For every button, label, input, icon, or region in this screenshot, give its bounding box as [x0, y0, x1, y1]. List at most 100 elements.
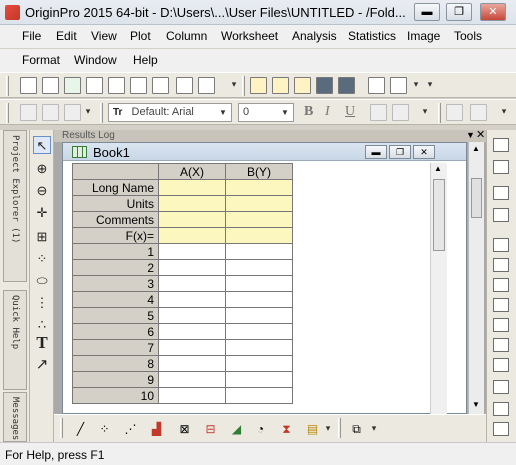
column-header-a[interactable]: A(X): [158, 163, 226, 180]
scatter-plot-icon[interactable]: ⁘: [96, 421, 113, 438]
toolbar-overflow-icon[interactable]: ▾: [426, 79, 434, 90]
workbook-restore-button[interactable]: ❐: [389, 145, 411, 159]
row-header[interactable]: 8: [72, 355, 159, 372]
cut-icon[interactable]: [20, 104, 37, 121]
layer-icon[interactable]: [493, 298, 509, 312]
row-header-long-name[interactable]: Long Name: [72, 179, 159, 196]
toolbar-grip[interactable]: [60, 418, 63, 438]
font-size-select[interactable]: 0 ▼: [238, 103, 294, 122]
greek-icon[interactable]: [446, 104, 463, 121]
open-excel-icon[interactable]: [294, 77, 311, 94]
align-icon[interactable]: [493, 422, 509, 436]
menu-format[interactable]: Format: [22, 53, 60, 67]
menu-help[interactable]: Help: [133, 53, 158, 67]
row-header-fx[interactable]: F(x)=: [72, 227, 159, 244]
pie-chart-icon[interactable]: ◔: [252, 421, 269, 438]
rotate-icon[interactable]: [493, 186, 509, 200]
cell[interactable]: [225, 323, 293, 340]
cell[interactable]: [225, 275, 293, 292]
menu-analysis[interactable]: Analysis: [292, 29, 337, 43]
new-function-icon[interactable]: [130, 77, 147, 94]
paste-icon[interactable]: [64, 104, 81, 121]
menu-edit[interactable]: Edit: [56, 29, 77, 43]
restore-button[interactable]: ❐: [446, 3, 472, 21]
area-plot-icon[interactable]: ◢: [228, 421, 245, 438]
layer-icon[interactable]: [493, 318, 509, 332]
results-log-pin-icon[interactable]: ▼: [466, 130, 475, 140]
cell[interactable]: [158, 323, 226, 340]
template-library-icon[interactable]: ▤: [304, 421, 321, 438]
row-header[interactable]: 2: [72, 259, 159, 276]
workbook-close-button[interactable]: ✕: [413, 145, 435, 159]
zoom-out-icon[interactable]: ⊖: [33, 182, 51, 200]
toolbar-overflow-icon[interactable]: ▾: [324, 423, 332, 434]
toolbar-overflow-icon[interactable]: ▾: [421, 106, 429, 117]
grid-corner[interactable]: [72, 163, 159, 180]
line-symbol-plot-icon[interactable]: ⋰: [122, 421, 139, 438]
menu-window[interactable]: Window: [74, 53, 117, 67]
scatter-select-icon[interactable]: ∴: [33, 316, 51, 334]
layer-icon[interactable]: [493, 278, 509, 292]
row-header[interactable]: 10: [72, 387, 159, 404]
new-graph-icon[interactable]: [86, 77, 103, 94]
cell[interactable]: [225, 195, 293, 212]
candlestick-icon[interactable]: ⧗: [278, 421, 295, 438]
screen-reader-icon[interactable]: ⊞: [33, 228, 51, 246]
scroll-up-icon[interactable]: ▲: [472, 144, 480, 153]
scroll-down-icon[interactable]: ▼: [472, 400, 480, 409]
column-plot-icon[interactable]: ▟: [148, 421, 165, 438]
grid-icon[interactable]: [493, 258, 509, 272]
draw-data-icon[interactable]: ⁘: [33, 250, 51, 268]
subscript-icon[interactable]: [392, 104, 409, 121]
font-select[interactable]: Tr Default: Arial ▼: [108, 103, 232, 122]
cell[interactable]: [225, 291, 293, 308]
pointer-icon[interactable]: ↖: [33, 136, 51, 154]
menu-statistics[interactable]: Statistics: [348, 29, 396, 43]
superscript-icon[interactable]: [370, 104, 387, 121]
cell[interactable]: [158, 371, 226, 388]
open-template-icon[interactable]: [272, 77, 289, 94]
toolbar-overflow-icon[interactable]: ▾: [230, 79, 238, 90]
menu-image[interactable]: Image: [407, 29, 440, 43]
row-header[interactable]: 6: [72, 323, 159, 340]
align-icon[interactable]: [493, 402, 509, 416]
cell[interactable]: [225, 307, 293, 324]
new-workbook-icon[interactable]: [42, 77, 59, 94]
toolbar-grip[interactable]: [6, 76, 9, 96]
row-header[interactable]: 9: [72, 371, 159, 388]
cell[interactable]: [158, 291, 226, 308]
menu-worksheet[interactable]: Worksheet: [221, 29, 278, 43]
cell[interactable]: [225, 339, 293, 356]
cell[interactable]: [225, 211, 293, 228]
cell[interactable]: [158, 227, 226, 244]
save-template-icon[interactable]: [338, 77, 355, 94]
cell[interactable]: [158, 355, 226, 372]
close-button[interactable]: ✕: [480, 3, 506, 21]
underline-button[interactable]: U: [345, 104, 355, 120]
cell[interactable]: [225, 179, 293, 196]
save-icon[interactable]: [316, 77, 333, 94]
cell[interactable]: [158, 195, 226, 212]
cell[interactable]: [225, 355, 293, 372]
align-icon[interactable]: [493, 380, 509, 394]
data-reader-icon[interactable]: ✛: [33, 204, 51, 222]
cell[interactable]: [158, 243, 226, 260]
scroll-up-icon[interactable]: ▲: [434, 164, 442, 173]
cell[interactable]: [225, 387, 293, 404]
menu-file[interactable]: File: [22, 29, 41, 43]
row-header[interactable]: 5: [72, 307, 159, 324]
toolbar-overflow-icon[interactable]: ▾: [84, 106, 92, 117]
tab-quick-help[interactable]: Quick Help: [3, 290, 27, 390]
row-header[interactable]: 7: [72, 339, 159, 356]
tab-project-explorer[interactable]: Project Explorer (1): [3, 130, 27, 282]
menu-view[interactable]: View: [91, 29, 117, 43]
menu-plot[interactable]: Plot: [130, 29, 151, 43]
run-icon[interactable]: [493, 208, 509, 222]
import-ascii-icon[interactable]: [390, 77, 407, 94]
toolbar-overflow-icon[interactable]: ▾: [370, 423, 378, 434]
toolbar-grip[interactable]: [242, 76, 245, 96]
increase-font-icon[interactable]: [470, 104, 487, 121]
column-header-b[interactable]: B(Y): [225, 163, 293, 180]
align-icon[interactable]: [493, 358, 509, 372]
toolbar-grip[interactable]: [6, 103, 9, 123]
